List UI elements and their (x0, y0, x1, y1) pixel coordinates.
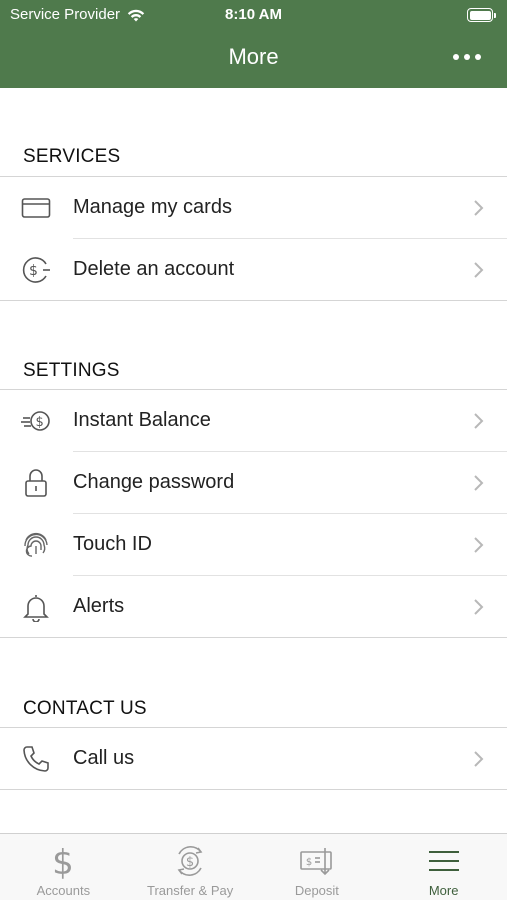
settings-list: SERVICES Manage my cards $ Delete an acc… (0, 88, 507, 833)
row-label: Change password (73, 471, 235, 493)
status-time: 8:10 AM (225, 6, 282, 23)
instant-balance-icon: $ (20, 405, 52, 437)
chevron-right-icon (474, 475, 484, 491)
lock-icon (20, 467, 52, 499)
chevron-right-icon (474, 262, 484, 278)
section-title-services: SERVICES (23, 146, 121, 167)
tab-label: More (428, 883, 459, 898)
tab-label: Transfer & Pay (147, 883, 234, 898)
row-label: Instant Balance (73, 409, 211, 431)
chevron-right-icon (474, 751, 484, 767)
divider (0, 789, 507, 790)
tab-label: Accounts (36, 883, 91, 898)
tab-bar: $ Accounts $ Transfer & Pay $ Deposit Mo… (0, 833, 507, 900)
row-touch-id[interactable]: Touch ID (0, 514, 507, 576)
svg-text:$: $ (36, 415, 44, 430)
chevron-right-icon (474, 537, 484, 553)
row-alerts[interactable]: Alerts (0, 576, 507, 638)
divider (0, 300, 507, 301)
row-label: Call us (73, 747, 135, 769)
section-title-settings: SETTINGS (23, 360, 120, 381)
card-icon (20, 192, 52, 224)
dollar-icon: $ (53, 843, 75, 880)
section-title-contact-us: CONTACT US (23, 698, 147, 719)
divider (0, 637, 507, 638)
bell-icon (20, 591, 52, 623)
row-change-password[interactable]: Change password (0, 452, 507, 514)
more-options-icon[interactable] (453, 54, 481, 62)
battery-icon (467, 7, 497, 23)
page-title: More (228, 44, 279, 69)
row-label: Alerts (73, 595, 125, 617)
row-manage-my-cards[interactable]: Manage my cards (0, 177, 507, 239)
menu-icon (428, 851, 459, 871)
row-call-us[interactable]: Call us (0, 728, 507, 790)
tab-more[interactable]: More (380, 834, 507, 900)
tab-deposit[interactable]: $ Deposit (254, 834, 381, 900)
status-bar: Service Provider 8:10 AM (0, 0, 507, 30)
deposit-check-icon: $ (300, 848, 332, 876)
chevron-right-icon (474, 200, 484, 216)
tab-label: Deposit (294, 883, 339, 898)
fingerprint-icon (20, 529, 52, 561)
tab-transfer-pay[interactable]: $ Transfer & Pay (127, 834, 254, 900)
row-delete-an-account[interactable]: $ Delete an account (0, 239, 507, 301)
svg-text:$: $ (306, 857, 312, 868)
tab-accounts[interactable]: $ Accounts (0, 834, 127, 900)
svg-text:$: $ (186, 855, 194, 870)
row-label: Manage my cards (73, 196, 232, 218)
app-header: Service Provider 8:10 AM More (0, 0, 507, 88)
dollar-circle-icon: $ (20, 254, 52, 286)
row-instant-balance[interactable]: $ Instant Balance (0, 390, 507, 452)
chevron-right-icon (474, 413, 484, 429)
phone-icon (20, 743, 52, 775)
row-label: Delete an account (73, 258, 235, 280)
row-label: Touch ID (73, 533, 152, 555)
svg-text:$: $ (29, 263, 38, 279)
transfer-icon: $ (177, 846, 203, 876)
chevron-right-icon (474, 599, 484, 615)
svg-text:$: $ (53, 843, 75, 880)
